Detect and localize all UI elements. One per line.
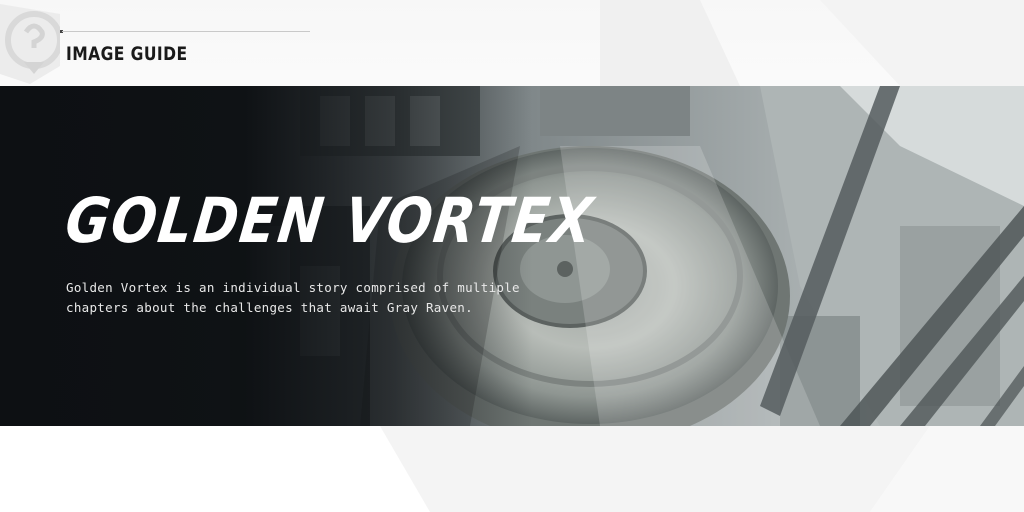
page-title: IMAGE GUIDE xyxy=(66,43,188,65)
question-hint-icon xyxy=(0,4,60,84)
story-banner: GOLDEN VORTEX Golden Vortex is an indivi… xyxy=(0,86,1024,426)
image-guide-page: IMAGE GUIDE GOLDEN VORTEX Golden Vortex … xyxy=(0,0,1024,512)
story-description: Golden Vortex is an individual story com… xyxy=(66,278,520,318)
story-title: GOLDEN VORTEX xyxy=(61,184,599,257)
story-description-line-1: Golden Vortex is an individual story com… xyxy=(66,280,520,295)
header-divider xyxy=(62,31,310,32)
story-description-line-2: chapters about the challenges that await… xyxy=(66,300,473,315)
